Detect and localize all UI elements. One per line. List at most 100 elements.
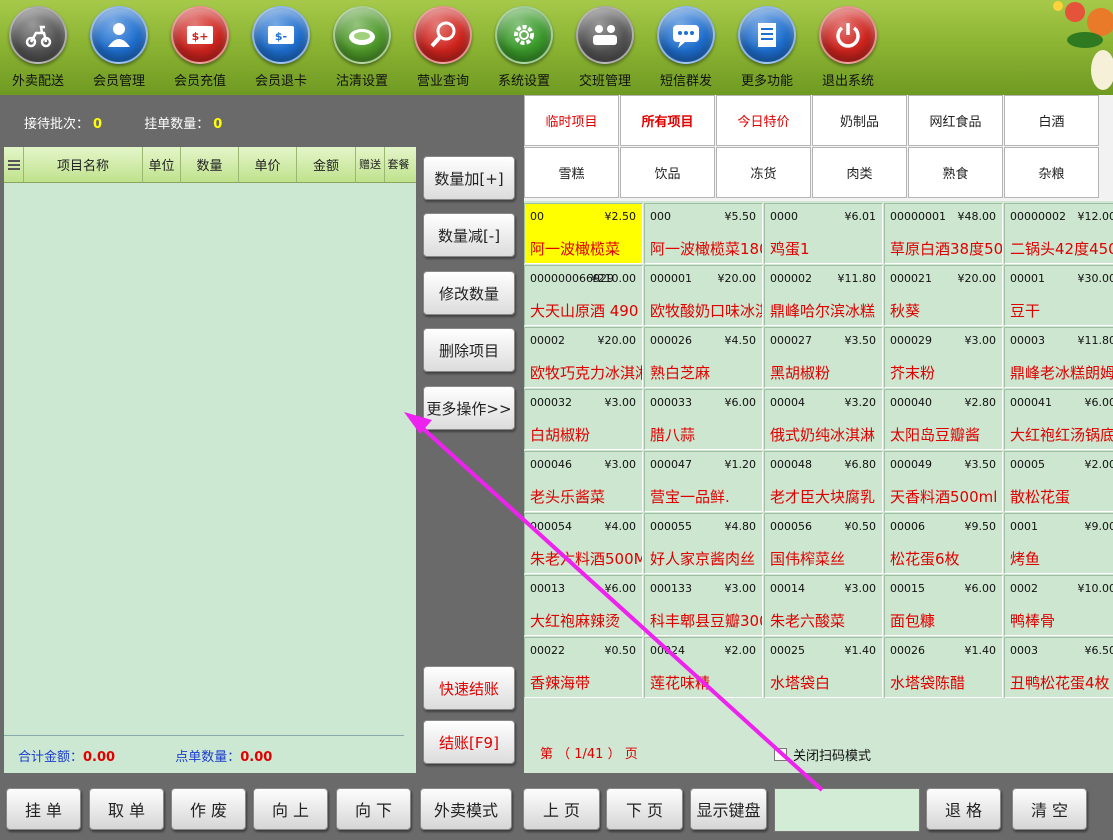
toolbar-item-5[interactable]: 营业查询: [405, 6, 481, 92]
col-amount[interactable]: 金额: [297, 147, 356, 182]
product-code: 00: [530, 210, 544, 223]
product-item[interactable]: 0003 ¥6.50 丑鸭松花蛋4枚: [1004, 637, 1113, 698]
col-combo[interactable]: 套餐: [385, 147, 412, 182]
product-item[interactable]: 000049 ¥3.50 天香料酒500ml: [884, 451, 1003, 512]
product-item[interactable]: 000002 ¥11.80 鼎峰哈尔滨冰糕: [764, 265, 883, 326]
product-item[interactable]: 00003 ¥11.80 鼎峰老冰糕朗姆: [1004, 327, 1113, 388]
qty-decrease-button[interactable]: 数量减[-]: [423, 213, 515, 257]
product-item[interactable]: 00005 ¥2.00 散松花蛋: [1004, 451, 1113, 512]
product-item[interactable]: 00024 ¥2.00 莲花味精: [644, 637, 763, 698]
toolbar-item-6[interactable]: 系统设置: [486, 6, 562, 92]
category-tab-1-0[interactable]: 雪糕: [524, 147, 619, 198]
message-icon: [657, 6, 715, 64]
col-item-name[interactable]: 项目名称: [24, 147, 143, 182]
product-item[interactable]: 000000066929 ¥210.00 大天山原酒 490: [524, 265, 643, 326]
product-item[interactable]: 00002 ¥20.00 欧牧巧克力冰淇淋: [524, 327, 643, 388]
col-qty[interactable]: 数量: [181, 147, 239, 182]
product-item[interactable]: 000056 ¥0.50 国伟榨菜丝: [764, 513, 883, 574]
product-item[interactable]: 000033 ¥6.00 腊八蒜: [644, 389, 763, 450]
more-actions-button[interactable]: 更多操作>>: [423, 386, 515, 430]
toolbar-item-9[interactable]: 更多功能: [729, 6, 805, 92]
next-page-button[interactable]: 下 页: [606, 788, 683, 830]
move-up-button[interactable]: 向 上: [253, 788, 328, 830]
product-item[interactable]: 00022 ¥0.50 香辣海带: [524, 637, 643, 698]
category-tab-0-0[interactable]: 临时项目: [524, 95, 619, 146]
col-gift[interactable]: 赠送: [356, 147, 385, 182]
delete-item-button[interactable]: 删除项目: [423, 328, 515, 372]
product-item[interactable]: 00000001 ¥48.00 草原白酒38度500: [884, 203, 1003, 264]
product-item[interactable]: 00013 ¥6.00 大红袍麻辣烫: [524, 575, 643, 636]
category-tab-1-2[interactable]: 冻货: [716, 147, 811, 198]
toolbar-item-1[interactable]: 会员管理: [81, 6, 157, 92]
product-item[interactable]: 00 ¥2.50 阿一波橄榄菜: [524, 203, 643, 264]
product-item[interactable]: 000032 ¥3.00 白胡椒粉: [524, 389, 643, 450]
product-item[interactable]: 000047 ¥1.20 营宝一品鲜.: [644, 451, 763, 512]
toolbar-item-8[interactable]: 短信群发: [648, 6, 724, 92]
product-item[interactable]: 000048 ¥6.80 老才臣大块腐乳: [764, 451, 883, 512]
backspace-button[interactable]: 退 格: [926, 788, 1001, 830]
toolbar-item-7[interactable]: 交班管理: [567, 6, 643, 92]
category-tab-1-1[interactable]: 饮品: [620, 147, 715, 198]
product-item[interactable]: 00006 ¥9.50 松花蛋6枚: [884, 513, 1003, 574]
product-item[interactable]: 00014 ¥3.00 朱老六酸菜: [764, 575, 883, 636]
hang-order-button[interactable]: 挂 单: [6, 788, 81, 830]
product-item[interactable]: 00001 ¥30.00 豆干: [1004, 265, 1113, 326]
category-tab-0-3[interactable]: 奶制品: [812, 95, 907, 146]
qty-increase-button[interactable]: 数量加[+]: [423, 156, 515, 200]
row-selector-icon[interactable]: [4, 147, 24, 182]
product-item[interactable]: 0001 ¥9.00 烤鱼: [1004, 513, 1113, 574]
product-item[interactable]: 000054 ¥4.00 朱老六料酒500M: [524, 513, 643, 574]
barcode-input[interactable]: [774, 788, 920, 832]
category-tab-1-5[interactable]: 杂粮: [1004, 147, 1099, 198]
toolbar-item-4[interactable]: 沽清设置: [324, 6, 400, 92]
category-tab-1-4[interactable]: 熟食: [908, 147, 1003, 198]
product-item[interactable]: 00015 ¥6.00 面包糠: [884, 575, 1003, 636]
product-item[interactable]: 0002 ¥10.00 鸭棒骨: [1004, 575, 1113, 636]
product-price: ¥6.00: [604, 582, 637, 595]
category-tab-0-4[interactable]: 网红食品: [908, 95, 1003, 146]
product-item[interactable]: 000001 ¥20.00 欧牧酸奶口味冰淇: [644, 265, 763, 326]
product-name: 鸭棒骨: [1010, 612, 1056, 630]
product-item[interactable]: 00025 ¥1.40 水塔袋白: [764, 637, 883, 698]
order-panel: 接待批次： 0 挂单数量： 0 项目名称 单位 数量 单价 金额 赠送 套餐 合计金…: [4, 95, 416, 773]
product-code: 00000002: [1010, 210, 1066, 223]
product-item[interactable]: 00026 ¥1.40 水塔袋陈醋: [884, 637, 1003, 698]
product-item[interactable]: 000133 ¥3.00 科丰郫县豆瓣300: [644, 575, 763, 636]
product-item[interactable]: 000021 ¥20.00 秋葵: [884, 265, 1003, 326]
product-item[interactable]: 0000 ¥6.01 鸡蛋1: [764, 203, 883, 264]
product-item[interactable]: 000 ¥5.50 阿一波橄榄菜180: [644, 203, 763, 264]
quick-checkout-button[interactable]: 快速结账: [423, 666, 515, 710]
category-tab-0-5[interactable]: 白酒: [1004, 95, 1099, 146]
clear-button[interactable]: 清 空: [1012, 788, 1087, 830]
category-tab-0-2[interactable]: 今日特价: [716, 95, 811, 146]
toolbar-item-2[interactable]: $+ 会员充值: [162, 6, 238, 92]
product-code: 00006: [890, 520, 925, 533]
category-tab-0-1[interactable]: 所有项目: [620, 95, 715, 146]
category-tab-1-3[interactable]: 肉类: [812, 147, 907, 198]
void-button[interactable]: 作 废: [171, 788, 246, 830]
product-item[interactable]: 000027 ¥3.50 黑胡椒粉: [764, 327, 883, 388]
product-item[interactable]: 00004 ¥3.20 俄式奶纯冰淇淋: [764, 389, 883, 450]
toolbar-item-3[interactable]: $- 会员退卡: [243, 6, 319, 92]
prev-page-button[interactable]: 上 页: [523, 788, 600, 830]
scan-mode-checkbox[interactable]: [774, 748, 787, 761]
col-unit[interactable]: 单位: [143, 147, 181, 182]
retrieve-order-button[interactable]: 取 单: [89, 788, 164, 830]
checkout-button[interactable]: 结账[F9]: [423, 720, 515, 764]
toolbar-item-10[interactable]: 退出系统: [810, 6, 886, 92]
edit-qty-button[interactable]: 修改数量: [423, 271, 515, 315]
toolbar-item-0[interactable]: 外卖配送: [0, 6, 76, 92]
product-item[interactable]: 000046 ¥3.00 老头乐酱菜: [524, 451, 643, 512]
show-keyboard-button[interactable]: 显示键盘: [690, 788, 767, 830]
col-price[interactable]: 单价: [239, 147, 297, 182]
product-item[interactable]: 000029 ¥3.00 芥末粉: [884, 327, 1003, 388]
product-item[interactable]: 000026 ¥4.50 熟白芝麻: [644, 327, 763, 388]
takeout-mode-button[interactable]: 外卖模式: [420, 788, 512, 830]
order-grid-body[interactable]: [4, 183, 416, 733]
product-item[interactable]: 000040 ¥2.80 太阳岛豆瓣酱: [884, 389, 1003, 450]
move-down-button[interactable]: 向 下: [336, 788, 411, 830]
product-item[interactable]: 00000002 ¥12.00 二锅头42度450: [1004, 203, 1113, 264]
product-item[interactable]: 000041 ¥6.00 大红袍红汤锅底: [1004, 389, 1113, 450]
scan-mode-toggle[interactable]: 关闭扫码模式: [774, 745, 871, 764]
product-item[interactable]: 000055 ¥4.80 好人家京酱肉丝: [644, 513, 763, 574]
